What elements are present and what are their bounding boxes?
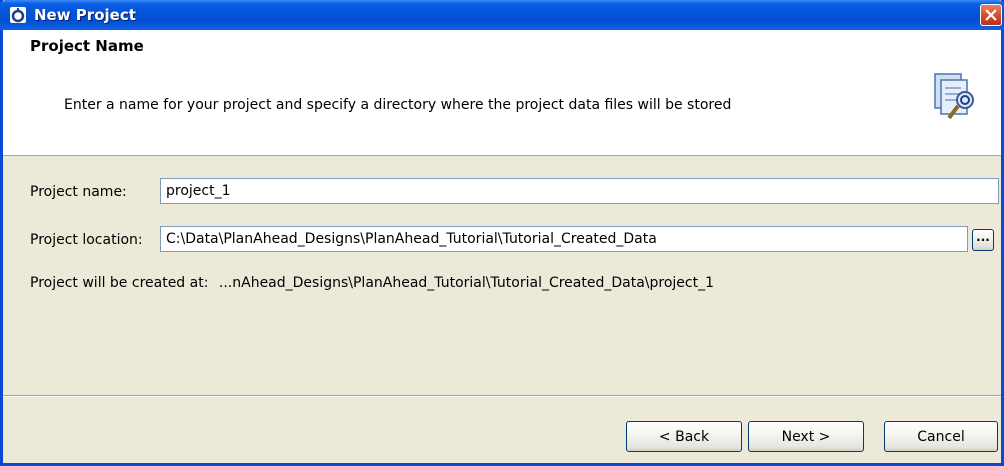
window-title: New Project xyxy=(34,6,136,24)
created-at-label: Project will be created at: ...nAhead_De… xyxy=(30,275,714,291)
browse-button[interactable]: ... xyxy=(972,229,994,251)
title-bar[interactable]: New Project xyxy=(0,0,1004,30)
wizard-header xyxy=(3,30,1001,156)
back-button[interactable]: < Back xyxy=(626,421,742,452)
page-description: Enter a name for your project and specif… xyxy=(64,97,732,113)
page-title: Project Name xyxy=(30,37,144,55)
new-project-dialog: New Project Project Name Enter a name fo… xyxy=(0,0,1004,466)
close-button[interactable] xyxy=(980,4,1002,26)
created-at-path: ...nAhead_Designs\PlanAhead_Tutorial\Tut… xyxy=(218,275,715,291)
project-location-label: Project location: xyxy=(30,232,143,248)
project-name-input[interactable]: project_1 xyxy=(160,178,999,204)
next-button[interactable]: Next > xyxy=(748,421,864,452)
wizard-document-icon xyxy=(931,66,981,126)
app-icon xyxy=(9,6,27,24)
project-location-input[interactable]: C:\Data\PlanAhead_Designs\PlanAhead_Tuto… xyxy=(160,226,968,252)
project-name-label: Project name: xyxy=(30,184,127,200)
button-separator xyxy=(3,395,1001,397)
created-at-prefix: Project will be created at: xyxy=(30,275,209,291)
close-icon xyxy=(985,9,997,21)
cancel-button[interactable]: Cancel xyxy=(884,421,998,452)
